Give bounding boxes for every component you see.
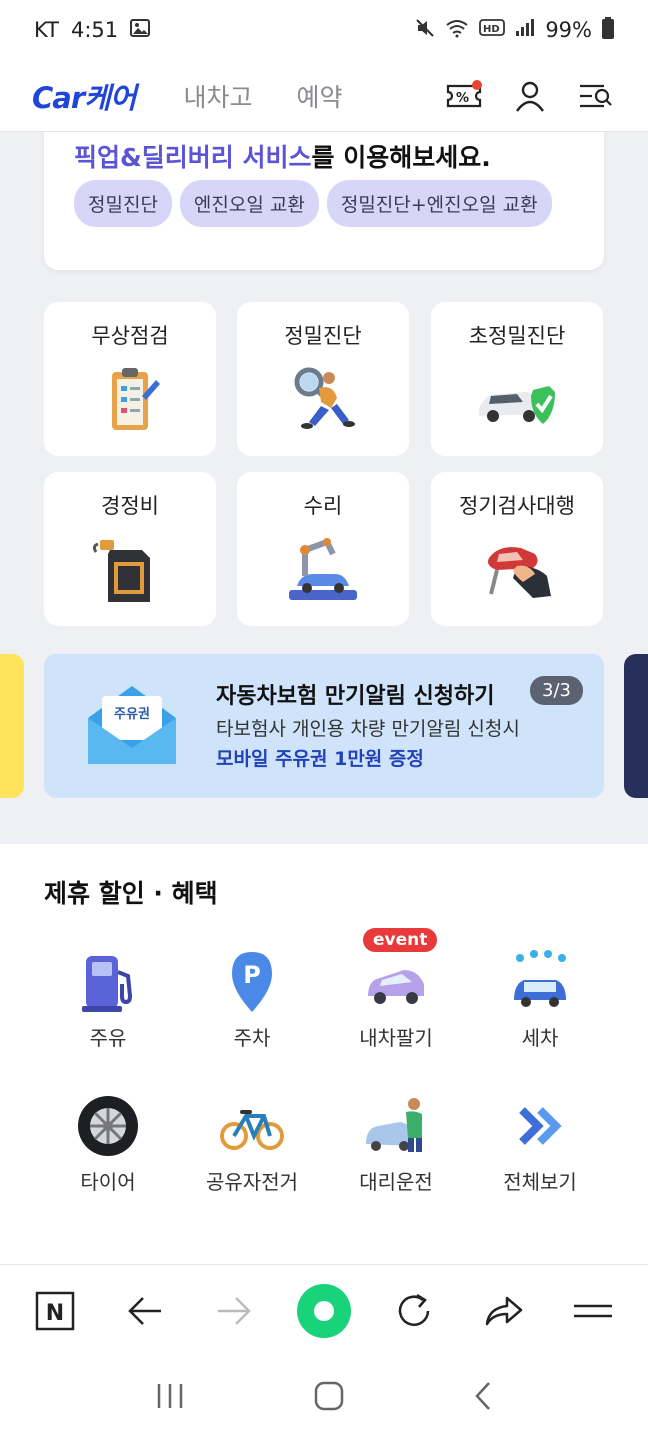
tire-icon bbox=[76, 1094, 140, 1158]
hand-car-icon bbox=[477, 536, 557, 606]
share-icon[interactable] bbox=[475, 1283, 531, 1339]
notification-dot bbox=[472, 79, 482, 90]
refresh-icon[interactable] bbox=[386, 1283, 442, 1339]
service-repair[interactable]: 수리 bbox=[237, 472, 409, 626]
clipboard-checklist-icon bbox=[90, 366, 170, 436]
system-navigation-bar bbox=[0, 1356, 648, 1440]
benefit-shared-bike[interactable]: 공유자전거 bbox=[180, 1094, 324, 1195]
chip-diagnosis[interactable]: 정밀진단 bbox=[74, 180, 172, 227]
envelope-label: 주유권 bbox=[114, 707, 150, 722]
car-shield-icon bbox=[477, 366, 557, 436]
recent-apps-icon[interactable] bbox=[155, 1382, 185, 1414]
pickup-title: 픽업&딜리버리 서비스를 이용해보세요. bbox=[74, 143, 491, 172]
nav-reservation[interactable]: 예약 bbox=[297, 78, 343, 114]
banner-title: 자동차보험 만기알림 신청하기 bbox=[216, 684, 495, 709]
menu-search-icon[interactable] bbox=[576, 76, 616, 116]
bicycle-icon bbox=[220, 1094, 284, 1158]
system-back-icon[interactable] bbox=[473, 1381, 493, 1415]
banner-next-peek[interactable] bbox=[624, 654, 648, 798]
purple-car-icon bbox=[364, 950, 428, 1014]
robot-arm-car-icon bbox=[283, 536, 363, 606]
wifi-icon bbox=[445, 18, 469, 43]
benefit-sell-car[interactable]: 내차팔기 bbox=[324, 950, 468, 1051]
event-badge: event bbox=[363, 928, 438, 952]
service-diagnosis[interactable]: 정밀진단 bbox=[237, 302, 409, 456]
banner-subtitle: 타보험사 개인용 차량 만기알림 신청시 bbox=[216, 718, 520, 740]
clock: 4:51 bbox=[70, 18, 119, 42]
chip-engine-oil[interactable]: 엔진오일 교환 bbox=[179, 180, 319, 227]
app-header: Car케어 내차고 예약 % bbox=[0, 60, 648, 132]
hd-voice-icon: HD bbox=[479, 18, 506, 43]
browser-toolbar: N bbox=[0, 1264, 648, 1356]
status-bar: KT 4:51 HD 99% bbox=[0, 0, 648, 60]
envelope-icon: 주유권 bbox=[84, 678, 180, 774]
forward-arrow-icon[interactable] bbox=[206, 1283, 262, 1339]
header-nav: 내차고 예약 bbox=[184, 78, 343, 114]
home-button-icon[interactable] bbox=[314, 1381, 344, 1415]
chip-diagnosis-engine-oil[interactable]: 정밀진단+엔진오일 교환 bbox=[326, 180, 552, 227]
battery-icon bbox=[602, 16, 614, 44]
benefit-car-wash[interactable]: 세차 bbox=[468, 950, 612, 1051]
svg-text:%: % bbox=[456, 91, 469, 106]
double-chevron-icon bbox=[508, 1094, 572, 1158]
benefit-fuel[interactable]: 주유 bbox=[36, 950, 180, 1051]
banner-highlight: 모바일 주유권 1만원 증정 bbox=[216, 748, 424, 770]
banner-page-indicator: 3/3 bbox=[530, 676, 583, 705]
driver-car-icon bbox=[364, 1094, 428, 1158]
benefit-designated-driver[interactable]: 대리운전 bbox=[324, 1094, 468, 1195]
pickup-delivery-card[interactable]: 픽업&딜리버리 서비스를 이용해보세요. 정밀진단 엔진오일 교환 정밀진단+엔… bbox=[44, 132, 604, 270]
benefit-tire[interactable]: 타이어 bbox=[36, 1094, 180, 1195]
benefits-title: 제휴 할인 · 혜택 bbox=[44, 879, 218, 908]
svg-text:N: N bbox=[46, 1301, 64, 1326]
parking-pin-icon: P bbox=[220, 950, 284, 1014]
signal-icon bbox=[515, 18, 535, 42]
user-icon[interactable] bbox=[510, 76, 550, 116]
banner-prev-peek[interactable] bbox=[0, 654, 24, 798]
coupon-icon[interactable]: % bbox=[444, 76, 484, 116]
naver-home-icon[interactable]: N bbox=[27, 1283, 83, 1339]
insurance-banner[interactable]: 주유권 자동차보험 만기알림 신청하기 3/3 타보험사 개인용 차량 만기알림… bbox=[44, 654, 604, 798]
service-light-maintenance[interactable]: 경정비 bbox=[44, 472, 216, 626]
carrier-label: KT bbox=[34, 18, 59, 42]
gallery-notification-icon bbox=[130, 18, 151, 42]
benefit-parking[interactable]: P 주차 bbox=[180, 950, 324, 1051]
logo[interactable]: Car케어 bbox=[32, 75, 137, 117]
service-precision-diagnosis[interactable]: 초정밀진단 bbox=[431, 302, 603, 456]
menu-icon[interactable] bbox=[565, 1283, 621, 1339]
main-content: 픽업&딜리버리 서비스를 이용해보세요. 정밀진단 엔진오일 교환 정밀진단+엔… bbox=[0, 132, 648, 844]
svg-text:HD: HD bbox=[483, 24, 500, 35]
oil-canister-icon bbox=[90, 536, 170, 606]
green-dot-home-icon[interactable] bbox=[296, 1283, 352, 1339]
battery-percent: 99% bbox=[545, 18, 592, 42]
fuel-pump-icon bbox=[76, 950, 140, 1014]
car-wash-icon bbox=[508, 950, 572, 1014]
svg-text:P: P bbox=[243, 961, 261, 989]
service-free-inspection[interactable]: 무상점검 bbox=[44, 302, 216, 456]
mute-icon bbox=[415, 18, 435, 43]
service-inspection-agency[interactable]: 정기검사대행 bbox=[431, 472, 603, 626]
nav-my-garage[interactable]: 내차고 bbox=[184, 78, 253, 114]
back-arrow-icon[interactable] bbox=[117, 1283, 173, 1339]
benefits-section: 제휴 할인 · 혜택 주유 P 주차 내차팔기 세차 타이어 공유자전거 대리운… bbox=[0, 844, 648, 1264]
benefit-view-all[interactable]: 전체보기 bbox=[468, 1094, 612, 1195]
magnifier-person-icon bbox=[283, 366, 363, 436]
